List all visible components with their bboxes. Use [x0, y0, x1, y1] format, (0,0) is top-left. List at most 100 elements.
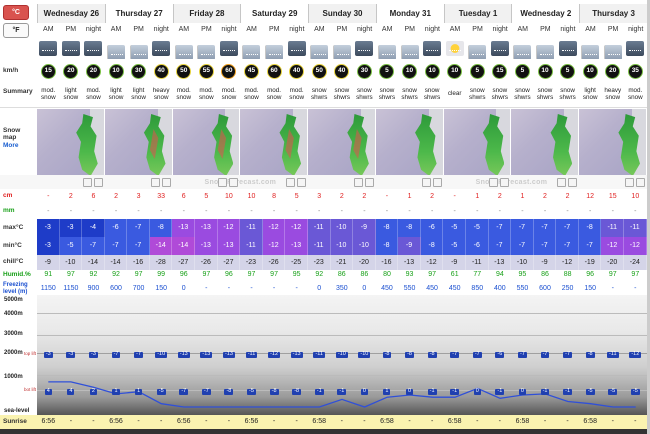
- day-header[interactable]: Tuesday 1: [443, 4, 512, 23]
- lift-top-cell: -3: [82, 350, 105, 360]
- play-icon[interactable]: [421, 177, 431, 187]
- weather-icon-cell: [240, 37, 263, 59]
- expand-icon[interactable]: [568, 177, 578, 187]
- expand-icon[interactable]: [500, 177, 510, 187]
- play-icon[interactable]: [557, 177, 567, 187]
- play-icon[interactable]: [150, 177, 160, 187]
- expand-icon[interactable]: [364, 177, 374, 187]
- rain_mm-cell: -: [272, 207, 276, 215]
- weather-icons-row: [0, 37, 650, 59]
- play-icon[interactable]: [625, 177, 634, 187]
- min-label: min°C: [3, 242, 22, 249]
- expand-icon[interactable]: [432, 177, 442, 187]
- expand-icon[interactable]: [161, 177, 171, 187]
- snow-weather-icon: [219, 40, 238, 56]
- snow-map-thumbnail[interactable]: [375, 109, 444, 175]
- snow-map-label: Snow map: [3, 127, 21, 142]
- play-icon[interactable]: [489, 177, 499, 187]
- weather-icon-cell: [443, 37, 466, 59]
- summary-cell: snow shwrs: [491, 86, 509, 101]
- snow-map-thumbnail[interactable]: [579, 109, 647, 175]
- wind-cell: 15: [489, 60, 512, 82]
- play-icon[interactable]: [353, 177, 363, 187]
- humid-cell: 80: [383, 271, 391, 279]
- day-header[interactable]: Friday 28: [172, 4, 241, 23]
- expand-icon[interactable]: [297, 177, 307, 187]
- wind-speed-badge: 30: [131, 63, 147, 79]
- snow-map-thumbnail[interactable]: [511, 109, 580, 175]
- lift-bot-cell: 0: [511, 387, 534, 397]
- lift-temp-badge: -10: [358, 351, 371, 358]
- wind-cell: 10: [398, 60, 421, 82]
- wind-speed-badge: 10: [402, 63, 418, 79]
- lift-top-cell: -13: [285, 350, 308, 360]
- weather-icon-cell: [624, 37, 647, 59]
- lift-top-cell: -10: [331, 350, 354, 360]
- freezing-cell: 0: [317, 285, 322, 293]
- min-cell: -13: [285, 237, 308, 255]
- max-cell: -3: [37, 219, 60, 237]
- rain_mm-cell: -: [363, 207, 366, 215]
- summary-cell: snow shwrs: [401, 86, 418, 101]
- weather-icon-cell: [308, 37, 331, 59]
- period-label: night: [85, 26, 102, 33]
- max-cell: -11: [601, 219, 625, 237]
- humid-cell: 96: [179, 271, 188, 279]
- expand-icon[interactable]: [636, 177, 645, 187]
- freezing-cell: -: [634, 285, 637, 293]
- expand-icon[interactable]: [93, 177, 103, 187]
- weather-icon-cell: [218, 37, 241, 59]
- snow-map-thumbnail[interactable]: [240, 109, 309, 175]
- day-header[interactable]: Thursday 27: [104, 4, 173, 23]
- rain_mm-cell: -: [453, 207, 456, 215]
- lift-bot-cell: 1: [105, 387, 128, 397]
- snow-map-thumbnail[interactable]: [443, 109, 512, 175]
- snow-map-more-link[interactable]: More: [3, 142, 34, 149]
- day-header[interactable]: Wednesday 26: [37, 4, 105, 23]
- summary-cell: heavy snow: [604, 86, 622, 101]
- day-header[interactable]: Thursday 3: [579, 4, 647, 23]
- max-cell: -5: [465, 219, 489, 237]
- snow-weather-icon: [400, 44, 419, 59]
- lift-temp-badge: -11: [245, 351, 258, 358]
- day-header[interactable]: Monday 31: [375, 4, 444, 23]
- max-cell: -12: [262, 219, 286, 237]
- lift-temp-badge: -8: [224, 388, 234, 395]
- play-icon[interactable]: [286, 177, 296, 187]
- play-icon[interactable]: [218, 177, 228, 187]
- wind-speed-badge: 5: [560, 63, 576, 79]
- snow-map-thumbnail[interactable]: [37, 109, 105, 175]
- wind-cell: 5: [556, 60, 579, 82]
- play-icon[interactable]: [82, 177, 92, 187]
- lift-temp-badge: -8: [427, 351, 437, 358]
- day-header[interactable]: Sunday 30: [308, 4, 376, 23]
- wind-cell: 60: [218, 60, 241, 82]
- expand-icon[interactable]: [229, 177, 239, 187]
- fahrenheit-button[interactable]: °F: [3, 23, 29, 38]
- snow-map-thumbnail[interactable]: [104, 109, 173, 175]
- lift-temp-badge: 0: [406, 388, 414, 395]
- freezing-row: Freezing level (m) 1150 1150 900 600 700 150 0…: [0, 282, 650, 296]
- lift-temp-badge: -7: [472, 351, 482, 358]
- lift-bot-cell: -5: [624, 387, 647, 397]
- sunrise-cell: -: [127, 415, 150, 429]
- summary-label: Summary: [3, 88, 33, 95]
- wind-row: km/h 15 20 20 10 30 40 50 55 60 45 60 40 50 40 30 5 10 10…: [0, 60, 650, 82]
- wind-cell: 5: [376, 60, 399, 82]
- wind-speed-badge: 30: [356, 63, 372, 79]
- snow-weather-icon: [107, 44, 126, 59]
- snow-map-thumbnail[interactable]: [308, 109, 376, 175]
- weather-icon-cell: [556, 37, 579, 59]
- day-header[interactable]: Saturday 29: [240, 4, 309, 23]
- day-header[interactable]: Wednesday 2: [511, 4, 580, 23]
- max-cell: -13: [195, 219, 218, 237]
- humid-cell: 96: [225, 271, 233, 279]
- lift-temp-badge: -5: [585, 388, 595, 395]
- weather-icon-cell: [127, 37, 150, 59]
- humid-cell: 95: [292, 271, 301, 279]
- min-cell: -10: [353, 237, 376, 255]
- snow-map-thumbnail[interactable]: [172, 109, 241, 175]
- celsius-button[interactable]: °C: [3, 5, 29, 20]
- lift-top-cell: -6: [489, 350, 512, 360]
- max-cell: -7: [556, 219, 579, 237]
